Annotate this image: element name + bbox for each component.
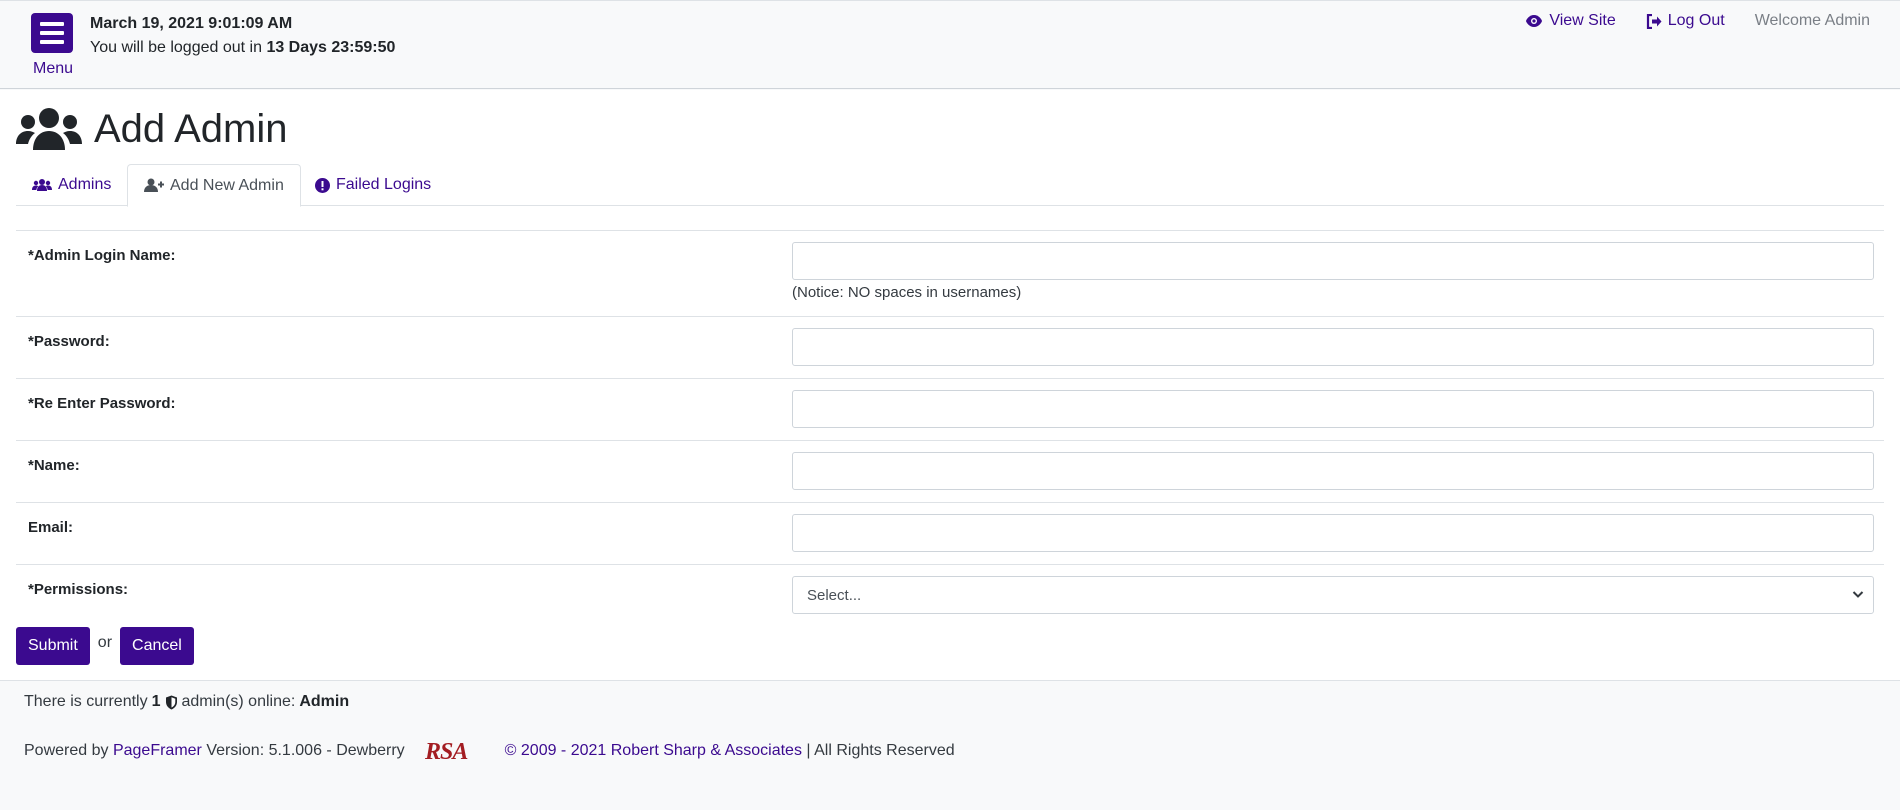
hamburger-icon-bar (40, 40, 64, 44)
logout-countdown: 13 Days 23:59:50 (266, 39, 396, 56)
tab-failed-logins-label: Failed Logins (336, 176, 432, 193)
top-links: View Site Log Out Welcome Admin (1525, 12, 1870, 30)
tab-admins[interactable]: Admins (16, 164, 127, 206)
password-row: *Password: (16, 316, 1884, 378)
users-icon (32, 179, 52, 191)
pageframer-link[interactable]: PageFramer (113, 742, 202, 760)
log-out-link[interactable]: Log Out (1646, 12, 1725, 30)
name-input[interactable] (792, 452, 1874, 490)
welcome-text: Welcome Admin (1754, 12, 1870, 29)
sign-out-icon (1646, 13, 1662, 29)
log-out-label: Log Out (1667, 12, 1725, 29)
reenter-password-input[interactable] (792, 390, 1874, 428)
view-site-label: View Site (1549, 12, 1616, 29)
email-label: Email: (28, 519, 74, 536)
email-input[interactable] (792, 514, 1874, 552)
svg-text:RSA: RSA (425, 740, 468, 762)
password-label: *Password: (28, 333, 110, 350)
users-icon (16, 108, 82, 150)
page-title: Add Admin (94, 106, 288, 151)
page-header: Add Admin (16, 106, 287, 152)
or-text: or (97, 634, 113, 651)
reenter-password-label: *Re Enter Password: (28, 395, 176, 412)
permissions-select-wrap: Select... (792, 576, 1874, 614)
user-plus-icon (144, 178, 164, 192)
username-notice: (Notice: NO spaces in usernames) (792, 284, 1022, 301)
hamburger-icon (40, 22, 64, 26)
login-name-input[interactable] (792, 242, 1874, 280)
shield-icon (165, 695, 177, 709)
online-user: Admin (299, 693, 350, 710)
copyright-link[interactable]: © 2009 - 2021 Robert Sharp & Associates (505, 742, 802, 760)
logout-timer: You will be logged out in 13 Days 23:59:… (90, 36, 395, 60)
logout-timer-prefix: You will be logged out in (90, 39, 262, 56)
view-site-link[interactable]: View Site (1525, 12, 1616, 30)
session-clock: March 19, 2021 9:01:09 AM You will be lo… (90, 12, 395, 60)
version-text: Version: 5.1.006 - Dewberry (206, 742, 405, 759)
menu-label[interactable]: Menu (33, 60, 73, 78)
add-admin-form: *Admin Login Name: (Notice: NO spaces in… (16, 230, 1884, 624)
name-label: *Name: (28, 457, 80, 474)
top-bar: Menu March 19, 2021 9:01:09 AM You will … (0, 0, 1900, 89)
rights-text: | All Rights Reserved (806, 742, 955, 759)
cancel-button[interactable]: Cancel (120, 627, 194, 665)
admins-online: There is currently 1 admin(s) online: Ad… (24, 693, 349, 711)
submit-button[interactable]: Submit (16, 627, 90, 665)
online-count: 1 (151, 693, 161, 710)
admin-tabs: Admins Add New Admin Failed Logins (16, 164, 1884, 207)
rsa-logo-mark: RSA (425, 740, 469, 762)
permissions-row: *Permissions: Select... (16, 564, 1884, 624)
rsa-logo: RSA (425, 740, 485, 762)
current-datetime: March 19, 2021 9:01:09 AM (90, 15, 293, 32)
tab-add-new-admin-label: Add New Admin (170, 176, 284, 194)
footer: There is currently 1 admin(s) online: Ad… (0, 680, 1900, 810)
tab-add-new-admin[interactable]: Add New Admin (127, 164, 301, 207)
eye-icon (1526, 15, 1543, 27)
tab-failed-logins[interactable]: Failed Logins (299, 164, 447, 206)
menu-button[interactable] (31, 13, 73, 53)
permissions-label: *Permissions: (28, 581, 129, 598)
form-actions: Submit or Cancel (16, 627, 194, 665)
powered-by-label: Powered by (24, 742, 109, 759)
login-name-row: *Admin Login Name: (Notice: NO spaces in… (16, 230, 1884, 316)
main-content: Add Admin Admins Add New Admin Failed Lo… (0, 90, 1900, 680)
tab-admins-label: Admins (58, 176, 112, 193)
hamburger-icon-bar (40, 31, 64, 35)
powered-by: Powered by PageFramer Version: 5.1.006 -… (24, 740, 955, 762)
online-prefix: There is currently (24, 693, 148, 710)
email-row: Email: (16, 502, 1884, 564)
exclamation-circle-icon (315, 177, 330, 193)
name-row: *Name: (16, 440, 1884, 502)
permissions-select[interactable]: Select... (792, 576, 1874, 614)
login-name-label: *Admin Login Name: (28, 247, 176, 264)
password-input[interactable] (792, 328, 1874, 366)
online-suffix: admin(s) online: (181, 693, 296, 710)
reenter-password-row: *Re Enter Password: (16, 378, 1884, 440)
